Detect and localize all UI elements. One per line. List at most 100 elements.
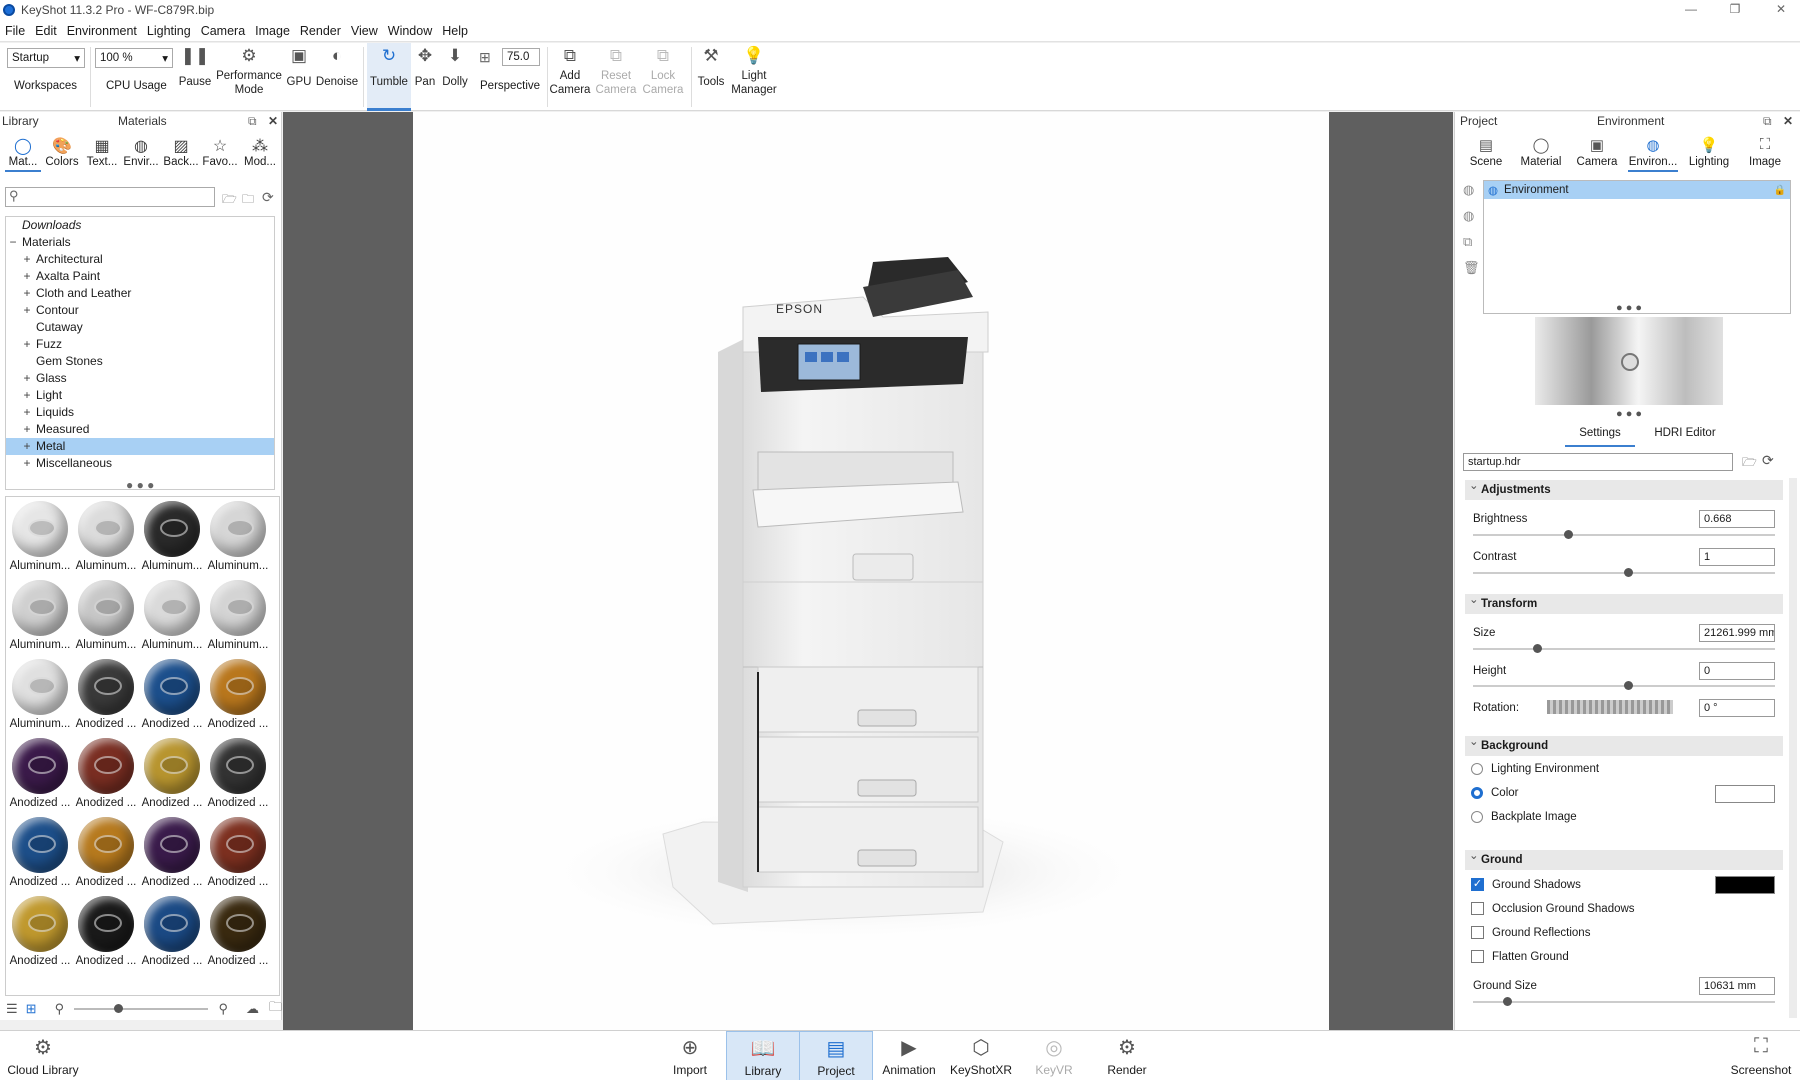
material-thumbnail[interactable]: Anodized ... bbox=[140, 657, 204, 736]
menu-view[interactable]: View bbox=[346, 24, 383, 38]
library-button[interactable]: 📖 Library bbox=[726, 1031, 800, 1080]
expand-icon[interactable]: + bbox=[22, 285, 32, 302]
material-thumbnail[interactable]: Anodized ... bbox=[140, 736, 204, 815]
tree-item[interactable]: + Axalta Paint bbox=[6, 268, 274, 285]
expand-icon[interactable]: + bbox=[22, 268, 32, 285]
ground-size-slider[interactable] bbox=[1473, 997, 1775, 1006]
folder-open-icon[interactable]: 🗁 bbox=[222, 190, 237, 211]
slider-knob[interactable] bbox=[1563, 530, 1573, 539]
zoom-out-icon[interactable]: ⚲ bbox=[55, 1001, 65, 1017]
material-thumbnail[interactable]: Aluminum... bbox=[206, 578, 270, 657]
tab-material[interactable]: ◯ Material bbox=[1516, 136, 1566, 172]
gpu-button[interactable]: ▣ GPU bbox=[284, 43, 314, 111]
expand-icon[interactable]: + bbox=[22, 370, 32, 387]
radio-button[interactable] bbox=[1471, 787, 1483, 799]
material-thumbnail[interactable]: Anodized ... bbox=[206, 894, 270, 973]
material-thumbnail[interactable]: Anodized ... bbox=[74, 736, 138, 815]
rotation-input[interactable]: 0 ° bbox=[1699, 699, 1775, 717]
screenshot-button[interactable]: ⛶ Screenshot bbox=[1724, 1031, 1798, 1080]
maximize-icon[interactable]: ❐ bbox=[1720, 0, 1750, 20]
radio-button[interactable] bbox=[1471, 763, 1483, 775]
workspace-select[interactable]: Startup ▾ bbox=[7, 48, 85, 68]
collapse-icon[interactable]: − bbox=[8, 234, 18, 251]
performance-mode-button[interactable]: ⚙ Performance Mode bbox=[215, 43, 283, 111]
expand-icon[interactable]: + bbox=[22, 302, 32, 319]
menu-lighting[interactable]: Lighting bbox=[142, 24, 196, 38]
expand-icon[interactable]: + bbox=[22, 251, 32, 268]
tools-button[interactable]: ⚒ Tools bbox=[694, 43, 728, 111]
menu-image[interactable]: Image bbox=[250, 24, 295, 38]
tree-item[interactable]: + Measured bbox=[6, 421, 274, 438]
bg-backplate-option[interactable]: Backplate Image bbox=[1471, 811, 1577, 823]
project-button[interactable]: ▤ Project bbox=[799, 1031, 873, 1080]
render-viewport[interactable]: EPSON bbox=[283, 112, 1453, 1030]
splitter-handle-icon[interactable]: ● ● ● bbox=[1616, 302, 1642, 314]
expand-icon[interactable]: + bbox=[22, 455, 32, 472]
add-camera-button[interactable]: ⧉ Add Camera bbox=[550, 43, 591, 111]
size-slider[interactable] bbox=[1473, 644, 1775, 653]
checkbox[interactable] bbox=[1471, 950, 1484, 963]
menu-help[interactable]: Help bbox=[437, 24, 473, 38]
add-environment-icon[interactable]: ◍ bbox=[1463, 182, 1474, 198]
list-view-icon[interactable]: ☰ bbox=[6, 1001, 18, 1017]
menu-camera[interactable]: Camera bbox=[196, 24, 250, 38]
tab-environments[interactable]: ◍ Envir... bbox=[123, 136, 159, 172]
tab-backplates[interactable]: ▨ Back... bbox=[163, 136, 199, 172]
material-thumbnail[interactable]: Aluminum... bbox=[8, 578, 72, 657]
tree-item[interactable]: + Miscellaneous bbox=[6, 455, 274, 472]
material-thumbnail[interactable]: Anodized ... bbox=[140, 815, 204, 894]
subtab-hdri-editor[interactable]: HDRI Editor bbox=[1635, 427, 1735, 447]
undock-icon[interactable]: ⧉ bbox=[1763, 114, 1772, 129]
pause-button[interactable]: ❚❚ Pause bbox=[178, 43, 212, 111]
transform-section[interactable]: Transform bbox=[1465, 592, 1783, 614]
background-color-swatch[interactable] bbox=[1715, 785, 1775, 803]
render-button[interactable]: ⚙ Render bbox=[1090, 1031, 1164, 1080]
material-thumbnail[interactable]: Anodized ... bbox=[206, 657, 270, 736]
tab-materials[interactable]: ◯ Mat... bbox=[5, 136, 41, 172]
slider-knob[interactable] bbox=[1533, 644, 1543, 653]
reset-camera-button[interactable]: ⧉ Reset Camera bbox=[596, 43, 637, 111]
material-thumbnail[interactable]: Anodized ... bbox=[8, 815, 72, 894]
tab-image[interactable]: ⛶ Image bbox=[1740, 136, 1790, 172]
expand-icon[interactable]: + bbox=[22, 387, 32, 404]
material-thumbnail[interactable]: Aluminum... bbox=[74, 499, 138, 578]
tab-favorites[interactable]: ☆ Favo... bbox=[202, 136, 238, 172]
cloud-library-button[interactable]: ⚙ Cloud Library bbox=[6, 1031, 80, 1080]
environment-list-item[interactable]: ◍ Environment 🔒 bbox=[1484, 181, 1790, 199]
menu-window[interactable]: Window bbox=[383, 24, 437, 38]
grid-view-icon[interactable]: ⊞ bbox=[26, 1001, 37, 1017]
fov-input[interactable]: 75.0 bbox=[502, 48, 540, 66]
thumbnail-size-slider[interactable] bbox=[74, 1004, 209, 1013]
hdri-preview[interactable] bbox=[1535, 317, 1723, 405]
material-thumbnail[interactable]: Anodized ... bbox=[206, 736, 270, 815]
material-thumbnail[interactable]: Anodized ... bbox=[140, 894, 204, 973]
ground-reflections-option[interactable]: Ground Reflections bbox=[1471, 926, 1590, 939]
height-input[interactable]: 0 bbox=[1699, 662, 1775, 680]
sun-handle[interactable] bbox=[1621, 353, 1639, 371]
hdr-file-input[interactable]: startup.hdr bbox=[1463, 453, 1733, 471]
tree-item[interactable]: + Light bbox=[6, 387, 274, 404]
copy-environment-icon[interactable]: ⧉ bbox=[1463, 234, 1472, 250]
close-panel-icon[interactable]: ✕ bbox=[1783, 114, 1793, 128]
subtab-settings[interactable]: Settings bbox=[1565, 427, 1635, 447]
undock-icon[interactable]: ⧉ bbox=[248, 114, 257, 129]
minimize-icon[interactable]: — bbox=[1676, 0, 1706, 20]
ground-size-input[interactable]: 10631 mm bbox=[1699, 977, 1775, 995]
material-thumbnail[interactable]: Anodized ... bbox=[74, 894, 138, 973]
shadow-color-swatch[interactable] bbox=[1715, 876, 1775, 894]
height-slider[interactable] bbox=[1473, 681, 1775, 690]
material-thumbnail[interactable]: Anodized ... bbox=[74, 657, 138, 736]
render-canvas[interactable]: EPSON bbox=[413, 112, 1329, 1030]
brightness-slider[interactable] bbox=[1473, 530, 1775, 539]
denoise-button[interactable]: ◐ Denoise bbox=[315, 43, 359, 111]
splitter-handle-icon[interactable]: ● ● ● bbox=[1616, 408, 1642, 420]
bg-color-option[interactable]: Color bbox=[1471, 787, 1518, 799]
folder-add-icon[interactable]: 🗀 bbox=[242, 190, 254, 211]
tab-scene[interactable]: ▤ Scene bbox=[1461, 136, 1511, 172]
background-section[interactable]: Background bbox=[1465, 734, 1783, 756]
folder-sync-icon[interactable]: 🗀 bbox=[269, 998, 282, 1020]
slider-knob[interactable] bbox=[1624, 568, 1633, 577]
tab-environment[interactable]: ◍ Environ... bbox=[1628, 136, 1678, 172]
settings-scrollbar[interactable] bbox=[1789, 478, 1797, 1018]
tree-item[interactable]: Gem Stones bbox=[6, 353, 274, 370]
